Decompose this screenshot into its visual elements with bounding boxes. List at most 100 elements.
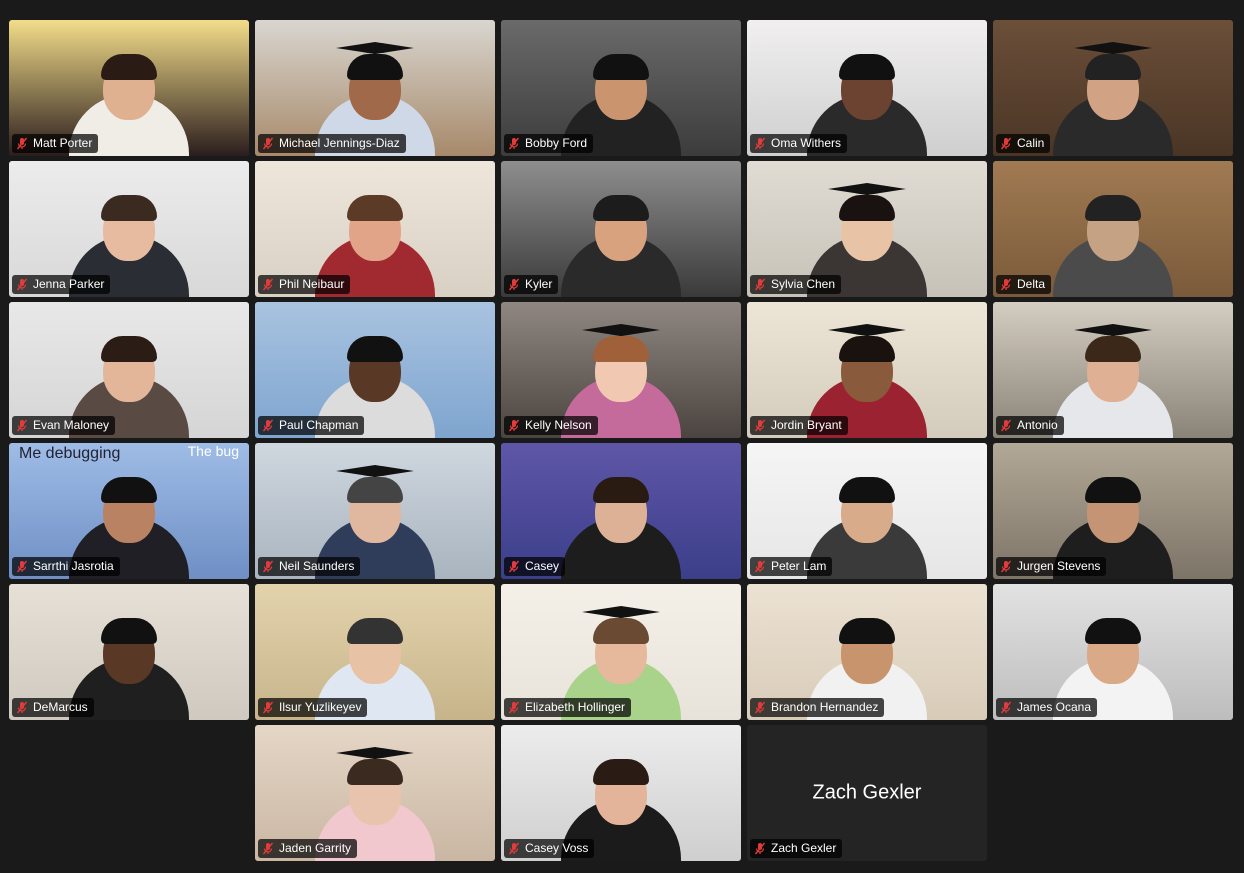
name-label: Kelly Nelson [504, 416, 598, 435]
participant-tile[interactable]: Elizabeth Hollinger [501, 584, 741, 720]
muted-mic-icon [16, 701, 28, 714]
gallery-grid: Matt Porter Michael Jennings-Diaz Bobby Fo… [9, 20, 1233, 861]
participant-hair [593, 759, 649, 785]
muted-mic-icon [16, 560, 28, 573]
participant-tile[interactable]: Oma Withers [747, 20, 987, 156]
participant-tile[interactable]: Neil Saunders [255, 443, 495, 579]
muted-mic-icon [508, 560, 520, 573]
participant-tile[interactable]: Me debugging The bug Sarrthi Jasrotia [9, 443, 249, 579]
participant-hair [101, 195, 157, 221]
participant-hair [347, 336, 403, 362]
name-label: Evan Maloney [12, 416, 116, 435]
participant-name: Casey Voss [525, 841, 589, 855]
participant-name: Oma Withers [771, 136, 842, 150]
muted-mic-icon [1000, 278, 1012, 291]
participant-name: Michael Jennings-Diaz [279, 136, 400, 150]
participant-tile[interactable]: Evan Maloney [9, 302, 249, 438]
participant-tile[interactable]: Ilsur Yuzlikeyev [255, 584, 495, 720]
participant-hair [839, 477, 895, 503]
muted-mic-icon [1000, 560, 1012, 573]
participant-tile[interactable]: Kelly Nelson [501, 302, 741, 438]
participant-tile[interactable]: Matt Porter [9, 20, 249, 156]
name-label: Jordin Bryant [750, 416, 848, 435]
participant-name: Jurgen Stevens [1017, 559, 1101, 573]
participant-tile[interactable]: Peter Lam [747, 443, 987, 579]
name-label: Oma Withers [750, 134, 848, 153]
name-label: James Ocana [996, 698, 1098, 717]
muted-mic-icon [754, 137, 766, 150]
name-label: Ilsur Yuzlikeyev [258, 698, 368, 717]
participant-name: Kyler [525, 277, 553, 291]
participant-name: Matt Porter [33, 136, 93, 150]
participant-hair [1085, 477, 1141, 503]
muted-mic-icon [754, 419, 766, 432]
name-label: Bobby Ford [504, 134, 594, 153]
participant-name: Brandon Hernandez [771, 700, 879, 714]
muted-mic-icon [754, 842, 766, 855]
participant-tile[interactable]: Jenna Parker [9, 161, 249, 297]
muted-mic-icon [262, 278, 274, 291]
participant-hair [593, 54, 649, 80]
name-label: Elizabeth Hollinger [504, 698, 632, 717]
participant-hair [101, 336, 157, 362]
name-label: Brandon Hernandez [750, 698, 885, 717]
participant-tile[interactable]: Casey [501, 443, 741, 579]
participant-name: DeMarcus [33, 700, 88, 714]
name-label: DeMarcus [12, 698, 94, 717]
participant-tile[interactable]: Zach Gexler Zach Gexler [747, 725, 987, 861]
participant-hair [101, 54, 157, 80]
participant-tile[interactable]: Paul Chapman [255, 302, 495, 438]
participant-tile[interactable]: Jaden Garrity [255, 725, 495, 861]
participant-tile[interactable]: Calin [993, 20, 1233, 156]
participant-hair [1085, 618, 1141, 644]
participant-hair [347, 618, 403, 644]
participant-tile[interactable]: Jordin Bryant [747, 302, 987, 438]
participant-tile[interactable]: Jurgen Stevens [993, 443, 1233, 579]
participant-name: Elizabeth Hollinger [525, 700, 626, 714]
participant-name: James Ocana [1017, 700, 1092, 714]
participant-hair [347, 759, 403, 785]
participant-hair [347, 477, 403, 503]
muted-mic-icon [16, 278, 28, 291]
muted-mic-icon [508, 419, 520, 432]
participant-hair [593, 336, 649, 362]
participant-tile[interactable]: Phil Neibaur [255, 161, 495, 297]
participant-tile[interactable]: Bobby Ford [501, 20, 741, 156]
participant-name: Jordin Bryant [771, 418, 842, 432]
participant-name: Evan Maloney [33, 418, 110, 432]
participant-display-name: Zach Gexler [812, 781, 922, 804]
participant-tile[interactable]: Delta [993, 161, 1233, 297]
participant-name: Calin [1017, 136, 1045, 150]
muted-mic-icon [262, 419, 274, 432]
participant-name: Neil Saunders [279, 559, 355, 573]
empty-grid-cell [9, 725, 249, 861]
name-label: Sylvia Chen [750, 275, 842, 294]
name-label: Paul Chapman [258, 416, 365, 435]
muted-mic-icon [754, 278, 766, 291]
participant-name: Jaden Garrity [279, 841, 352, 855]
participant-hair [347, 195, 403, 221]
name-label: Sarrthi Jasrotia [12, 557, 120, 576]
participant-hair [593, 618, 649, 644]
participant-hair [593, 477, 649, 503]
participant-name: Peter Lam [771, 559, 827, 573]
participant-tile[interactable]: Sylvia Chen [747, 161, 987, 297]
participant-name: Antonio [1017, 418, 1058, 432]
participant-tile[interactable]: Antonio [993, 302, 1233, 438]
name-label: Delta [996, 275, 1052, 294]
participant-tile[interactable]: DeMarcus [9, 584, 249, 720]
participant-hair [839, 618, 895, 644]
participant-tile[interactable]: Kyler [501, 161, 741, 297]
participant-name: Delta [1017, 277, 1046, 291]
name-label: Kyler [504, 275, 559, 294]
muted-mic-icon [262, 137, 274, 150]
participant-tile[interactable]: Michael Jennings-Diaz [255, 20, 495, 156]
participant-tile[interactable]: Casey Voss [501, 725, 741, 861]
participant-tile[interactable]: James Ocana [993, 584, 1233, 720]
participant-tile[interactable]: Brandon Hernandez [747, 584, 987, 720]
name-label: Michael Jennings-Diaz [258, 134, 406, 153]
muted-mic-icon [754, 560, 766, 573]
muted-mic-icon [16, 137, 28, 150]
name-label: Jurgen Stevens [996, 557, 1107, 576]
participant-name: Ilsur Yuzlikeyev [279, 700, 362, 714]
